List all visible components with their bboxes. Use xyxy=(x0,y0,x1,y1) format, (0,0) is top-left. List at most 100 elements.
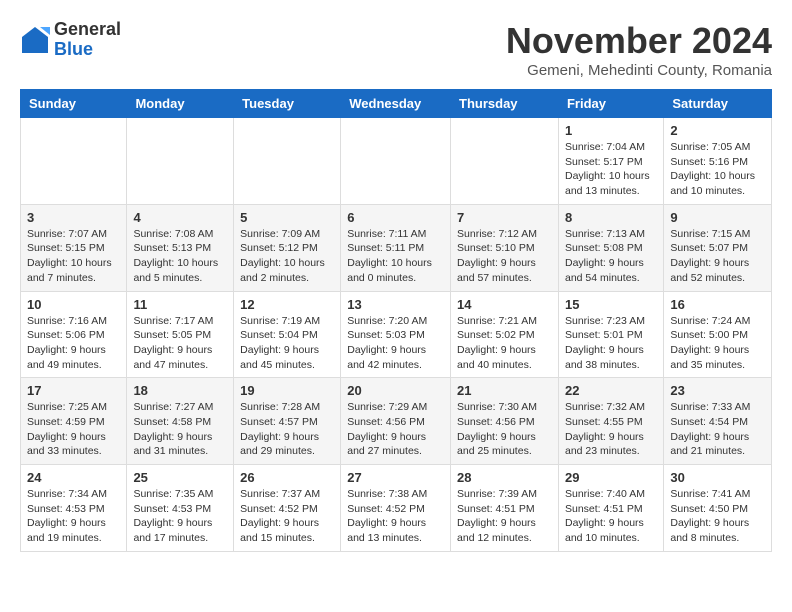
day-number: 17 xyxy=(27,383,120,398)
day-number: 7 xyxy=(457,210,552,225)
calendar-header-wednesday: Wednesday xyxy=(341,90,451,118)
calendar-cell: 30 Sunrise: 7:41 AM Sunset: 4:50 PM Dayli… xyxy=(664,465,772,552)
calendar-header-thursday: Thursday xyxy=(451,90,559,118)
calendar-cell xyxy=(21,118,127,205)
calendar-cell: 18 Sunrise: 7:27 AM Sunset: 4:58 PM Dayli… xyxy=(127,378,234,465)
day-info: Sunrise: 7:30 AM Sunset: 4:56 PM Dayligh… xyxy=(457,400,552,459)
day-info: Sunrise: 7:21 AM Sunset: 5:02 PM Dayligh… xyxy=(457,314,552,373)
calendar-cell: 17Sunrise: 7:25 AM Sunset: 4:59 PM Dayli… xyxy=(21,378,127,465)
title-area: November 2024 Gemeni, Mehedinti County, … xyxy=(506,20,772,79)
calendar-cell: 9Sunrise: 7:15 AM Sunset: 5:07 PM Daylig… xyxy=(664,204,772,291)
day-number: 19 xyxy=(240,383,334,398)
day-number: 23 xyxy=(670,383,765,398)
day-number: 3 xyxy=(27,210,120,225)
day-info: Sunrise: 7:41 AM Sunset: 4:50 PM Dayligh… xyxy=(670,487,765,546)
day-info: Sunrise: 7:12 AM Sunset: 5:10 PM Dayligh… xyxy=(457,227,552,286)
calendar-cell: 27 Sunrise: 7:38 AM Sunset: 4:52 PM Dayli… xyxy=(341,465,451,552)
calendar-header-row: SundayMondayTuesdayWednesdayThursdayFrid… xyxy=(21,90,772,118)
day-number: 24 xyxy=(27,470,120,485)
calendar-cell: 26Sunrise: 7:37 AM Sunset: 4:52 PM Dayli… xyxy=(234,465,341,552)
calendar-cell: 24 Sunrise: 7:34 AM Sunset: 4:53 PM Dayli… xyxy=(21,465,127,552)
day-number: 4 xyxy=(133,210,227,225)
day-number: 15 xyxy=(565,297,657,312)
day-info: Sunrise: 7:23 AM Sunset: 5:01 PM Dayligh… xyxy=(565,314,657,373)
calendar-cell: 4 Sunrise: 7:08 AM Sunset: 5:13 PM Daylig… xyxy=(127,204,234,291)
calendar: SundayMondayTuesdayWednesdayThursdayFrid… xyxy=(20,89,772,552)
day-number: 29 xyxy=(565,470,657,485)
day-info: Sunrise: 7:17 AM Sunset: 5:05 PM Dayligh… xyxy=(133,314,227,373)
calendar-cell: 8Sunrise: 7:13 AM Sunset: 5:08 PM Daylig… xyxy=(558,204,663,291)
calendar-week-5: 24 Sunrise: 7:34 AM Sunset: 4:53 PM Dayli… xyxy=(21,465,772,552)
calendar-header-monday: Monday xyxy=(127,90,234,118)
day-info: Sunrise: 7:19 AM Sunset: 5:04 PM Dayligh… xyxy=(240,314,334,373)
day-info: Sunrise: 7:20 AM Sunset: 5:03 PM Dayligh… xyxy=(347,314,444,373)
calendar-cell: 1 Sunrise: 7:04 AM Sunset: 5:17 PM Daylig… xyxy=(558,118,663,205)
calendar-cell: 25 Sunrise: 7:35 AM Sunset: 4:53 PM Dayli… xyxy=(127,465,234,552)
calendar-cell: 2 Sunrise: 7:05 AM Sunset: 5:16 PM Daylig… xyxy=(664,118,772,205)
day-number: 26 xyxy=(240,470,334,485)
calendar-cell: 21 Sunrise: 7:30 AM Sunset: 4:56 PM Dayli… xyxy=(451,378,559,465)
calendar-cell: 5Sunrise: 7:09 AM Sunset: 5:12 PM Daylig… xyxy=(234,204,341,291)
day-info: Sunrise: 7:34 AM Sunset: 4:53 PM Dayligh… xyxy=(27,487,120,546)
day-info: Sunrise: 7:24 AM Sunset: 5:00 PM Dayligh… xyxy=(670,314,765,373)
day-number: 16 xyxy=(670,297,765,312)
logo-blue-text: Blue xyxy=(54,40,121,60)
calendar-cell: 7 Sunrise: 7:12 AM Sunset: 5:10 PM Daylig… xyxy=(451,204,559,291)
calendar-cell: 23 Sunrise: 7:33 AM Sunset: 4:54 PM Dayli… xyxy=(664,378,772,465)
day-number: 21 xyxy=(457,383,552,398)
calendar-week-4: 17Sunrise: 7:25 AM Sunset: 4:59 PM Dayli… xyxy=(21,378,772,465)
day-number: 14 xyxy=(457,297,552,312)
day-info: Sunrise: 7:28 AM Sunset: 4:57 PM Dayligh… xyxy=(240,400,334,459)
day-number: 20 xyxy=(347,383,444,398)
day-info: Sunrise: 7:07 AM Sunset: 5:15 PM Dayligh… xyxy=(27,227,120,286)
logo: General Blue xyxy=(20,20,121,60)
calendar-cell: 29 Sunrise: 7:40 AM Sunset: 4:51 PM Dayli… xyxy=(558,465,663,552)
logo-icon xyxy=(20,25,50,55)
calendar-cell: 16 Sunrise: 7:24 AM Sunset: 5:00 PM Dayli… xyxy=(664,291,772,378)
day-info: Sunrise: 7:40 AM Sunset: 4:51 PM Dayligh… xyxy=(565,487,657,546)
day-info: Sunrise: 7:04 AM Sunset: 5:17 PM Dayligh… xyxy=(565,140,657,199)
calendar-week-2: 3 Sunrise: 7:07 AM Sunset: 5:15 PM Daylig… xyxy=(21,204,772,291)
day-info: Sunrise: 7:39 AM Sunset: 4:51 PM Dayligh… xyxy=(457,487,552,546)
day-info: Sunrise: 7:16 AM Sunset: 5:06 PM Dayligh… xyxy=(27,314,120,373)
day-info: Sunrise: 7:27 AM Sunset: 4:58 PM Dayligh… xyxy=(133,400,227,459)
day-number: 12 xyxy=(240,297,334,312)
day-number: 13 xyxy=(347,297,444,312)
day-info: Sunrise: 7:05 AM Sunset: 5:16 PM Dayligh… xyxy=(670,140,765,199)
calendar-cell: 11Sunrise: 7:17 AM Sunset: 5:05 PM Dayli… xyxy=(127,291,234,378)
calendar-cell: 28Sunrise: 7:39 AM Sunset: 4:51 PM Dayli… xyxy=(451,465,559,552)
location-title: Gemeni, Mehedinti County, Romania xyxy=(506,62,772,79)
calendar-header-friday: Friday xyxy=(558,90,663,118)
calendar-cell: 20 Sunrise: 7:29 AM Sunset: 4:56 PM Dayli… xyxy=(341,378,451,465)
day-info: Sunrise: 7:38 AM Sunset: 4:52 PM Dayligh… xyxy=(347,487,444,546)
day-number: 18 xyxy=(133,383,227,398)
day-info: Sunrise: 7:08 AM Sunset: 5:13 PM Dayligh… xyxy=(133,227,227,286)
calendar-cell: 10Sunrise: 7:16 AM Sunset: 5:06 PM Dayli… xyxy=(21,291,127,378)
calendar-week-3: 10Sunrise: 7:16 AM Sunset: 5:06 PM Dayli… xyxy=(21,291,772,378)
calendar-week-1: 1 Sunrise: 7:04 AM Sunset: 5:17 PM Daylig… xyxy=(21,118,772,205)
day-number: 22 xyxy=(565,383,657,398)
day-number: 25 xyxy=(133,470,227,485)
day-number: 8 xyxy=(565,210,657,225)
calendar-cell: 19 Sunrise: 7:28 AM Sunset: 4:57 PM Dayli… xyxy=(234,378,341,465)
day-number: 2 xyxy=(670,123,765,138)
calendar-cell: 13 Sunrise: 7:20 AM Sunset: 5:03 PM Dayli… xyxy=(341,291,451,378)
day-number: 27 xyxy=(347,470,444,485)
day-number: 1 xyxy=(565,123,657,138)
calendar-cell xyxy=(341,118,451,205)
day-info: Sunrise: 7:09 AM Sunset: 5:12 PM Dayligh… xyxy=(240,227,334,286)
calendar-cell: 3 Sunrise: 7:07 AM Sunset: 5:15 PM Daylig… xyxy=(21,204,127,291)
calendar-cell: 12 Sunrise: 7:19 AM Sunset: 5:04 PM Dayli… xyxy=(234,291,341,378)
day-info: Sunrise: 7:29 AM Sunset: 4:56 PM Dayligh… xyxy=(347,400,444,459)
month-title: November 2024 xyxy=(506,20,772,62)
day-info: Sunrise: 7:11 AM Sunset: 5:11 PM Dayligh… xyxy=(347,227,444,286)
calendar-cell: 6Sunrise: 7:11 AM Sunset: 5:11 PM Daylig… xyxy=(341,204,451,291)
day-number: 30 xyxy=(670,470,765,485)
calendar-header-saturday: Saturday xyxy=(664,90,772,118)
day-info: Sunrise: 7:15 AM Sunset: 5:07 PM Dayligh… xyxy=(670,227,765,286)
logo-general-text: General xyxy=(54,20,121,40)
day-info: Sunrise: 7:35 AM Sunset: 4:53 PM Dayligh… xyxy=(133,487,227,546)
calendar-cell xyxy=(451,118,559,205)
day-info: Sunrise: 7:32 AM Sunset: 4:55 PM Dayligh… xyxy=(565,400,657,459)
day-info: Sunrise: 7:33 AM Sunset: 4:54 PM Dayligh… xyxy=(670,400,765,459)
